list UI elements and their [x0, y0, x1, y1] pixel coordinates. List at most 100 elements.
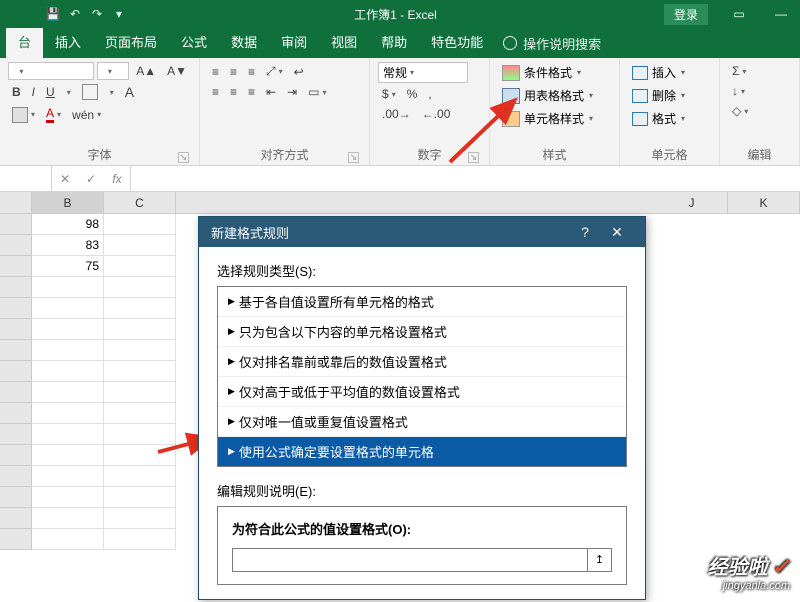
rule-item[interactable]: ▶仅对排名靠前或靠后的数值设置格式: [218, 347, 626, 377]
cell[interactable]: [32, 340, 104, 361]
cancel-formula-icon[interactable]: ✕: [52, 166, 78, 191]
cell[interactable]: [32, 487, 104, 508]
qat-customize-icon[interactable]: ▾: [111, 7, 127, 21]
align-top-icon[interactable]: ≡: [208, 63, 223, 81]
border-dropdown[interactable]: [105, 86, 118, 99]
font-dialog-launcher-icon[interactable]: ↘: [178, 152, 189, 163]
cell[interactable]: [104, 466, 176, 487]
format-cells-button[interactable]: 格式: [628, 108, 711, 129]
select-all-corner[interactable]: [0, 192, 32, 213]
cell[interactable]: [32, 508, 104, 529]
dialog-close-button[interactable]: ✕: [601, 224, 633, 241]
row-header[interactable]: [0, 382, 32, 403]
font-color-icon[interactable]: A: [42, 104, 65, 125]
save-icon[interactable]: 💾: [45, 7, 61, 21]
cell[interactable]: [104, 508, 176, 529]
cell[interactable]: [104, 298, 176, 319]
tab-special[interactable]: 特色功能: [419, 28, 495, 58]
col-header-k[interactable]: K: [728, 192, 800, 213]
table-format-button[interactable]: 用表格格式: [498, 85, 611, 106]
fx-icon[interactable]: fx: [104, 166, 130, 191]
cell[interactable]: [104, 235, 176, 256]
row-header[interactable]: [0, 214, 32, 235]
increase-decimal-icon[interactable]: .00→: [378, 105, 415, 123]
delete-cells-button[interactable]: 删除: [628, 85, 711, 106]
row-header[interactable]: [0, 298, 32, 319]
range-selector-button[interactable]: ↥: [588, 548, 612, 572]
decrease-font-icon[interactable]: A▼: [163, 62, 191, 80]
cell[interactable]: [104, 256, 176, 277]
cell[interactable]: [32, 361, 104, 382]
percent-icon[interactable]: %: [403, 85, 422, 103]
tab-active-left[interactable]: 台: [6, 28, 43, 58]
cell[interactable]: [104, 361, 176, 382]
rule-type-list[interactable]: ▶基于各自值设置所有单元格的格式 ▶只为包含以下内容的单元格设置格式 ▶仅对排名…: [217, 286, 627, 467]
cell[interactable]: [104, 319, 176, 340]
accounting-icon[interactable]: $: [378, 85, 400, 103]
decrease-decimal-icon[interactable]: ←.00: [418, 105, 455, 123]
bold-button[interactable]: B: [8, 83, 25, 101]
row-header[interactable]: [0, 319, 32, 340]
insert-cells-button[interactable]: 插入: [628, 62, 711, 83]
ribbon-options-icon[interactable]: ▭: [720, 7, 758, 21]
row-header[interactable]: [0, 487, 32, 508]
undo-icon[interactable]: ↶: [67, 7, 83, 21]
cell[interactable]: [32, 277, 104, 298]
decrease-indent-icon[interactable]: ⇤: [262, 83, 280, 101]
minimize-icon[interactable]: —: [762, 7, 800, 21]
cell[interactable]: [32, 466, 104, 487]
fill-icon[interactable]: ↓: [728, 82, 749, 100]
dialog-help-button[interactable]: ?: [569, 224, 601, 240]
wrap-text-icon[interactable]: ↩: [290, 63, 308, 81]
align-left-icon[interactable]: ≡: [208, 83, 223, 101]
border-icon[interactable]: [78, 82, 102, 102]
cell[interactable]: 83: [32, 235, 104, 256]
cell[interactable]: [104, 487, 176, 508]
cell[interactable]: [104, 424, 176, 445]
autosum-icon[interactable]: Σ: [728, 62, 750, 80]
increase-font-icon[interactable]: A▲: [132, 62, 160, 80]
tab-formulas[interactable]: 公式: [169, 28, 219, 58]
tab-data[interactable]: 数据: [219, 28, 269, 58]
cell[interactable]: [104, 277, 176, 298]
cell[interactable]: [104, 214, 176, 235]
cell[interactable]: [32, 445, 104, 466]
redo-icon[interactable]: ↷: [89, 7, 105, 21]
cell[interactable]: [32, 319, 104, 340]
align-middle-icon[interactable]: ≡: [226, 63, 241, 81]
row-header[interactable]: [0, 403, 32, 424]
orientation-icon[interactable]: ⤢: [262, 62, 287, 81]
row-header[interactable]: [0, 466, 32, 487]
cell[interactable]: [104, 382, 176, 403]
tab-insert[interactable]: 插入: [43, 28, 93, 58]
row-header[interactable]: [0, 529, 32, 550]
tab-page-layout[interactable]: 页面布局: [93, 28, 169, 58]
tab-review[interactable]: 审阅: [269, 28, 319, 58]
row-header[interactable]: [0, 508, 32, 529]
cell[interactable]: 98: [32, 214, 104, 235]
align-dialog-launcher-icon[interactable]: ↘: [348, 152, 359, 163]
align-right-icon[interactable]: ≡: [244, 83, 259, 101]
font-size-combo[interactable]: [97, 62, 130, 80]
increase-indent-icon[interactable]: ⇥: [283, 83, 301, 101]
rule-item-selected[interactable]: ▶使用公式确定要设置格式的单元格: [218, 437, 626, 466]
cell[interactable]: [104, 445, 176, 466]
dialog-titlebar[interactable]: 新建格式规则 ? ✕: [199, 217, 645, 247]
cell[interactable]: 75: [32, 256, 104, 277]
comma-icon[interactable]: ,: [424, 85, 435, 103]
tell-me[interactable]: 操作说明搜索: [503, 34, 601, 53]
row-header[interactable]: [0, 361, 32, 382]
merge-icon[interactable]: ▭: [304, 83, 330, 101]
cell[interactable]: [32, 298, 104, 319]
rule-item[interactable]: ▶只为包含以下内容的单元格设置格式: [218, 317, 626, 347]
row-header[interactable]: [0, 445, 32, 466]
cell[interactable]: [104, 340, 176, 361]
clear-icon[interactable]: ◇: [728, 102, 752, 120]
row-header[interactable]: [0, 340, 32, 361]
cell[interactable]: [32, 382, 104, 403]
italic-button[interactable]: I: [28, 83, 39, 101]
align-center-icon[interactable]: ≡: [226, 83, 241, 101]
formula-field[interactable]: [232, 548, 588, 572]
underline-button[interactable]: U: [42, 83, 59, 101]
row-header[interactable]: [0, 235, 32, 256]
